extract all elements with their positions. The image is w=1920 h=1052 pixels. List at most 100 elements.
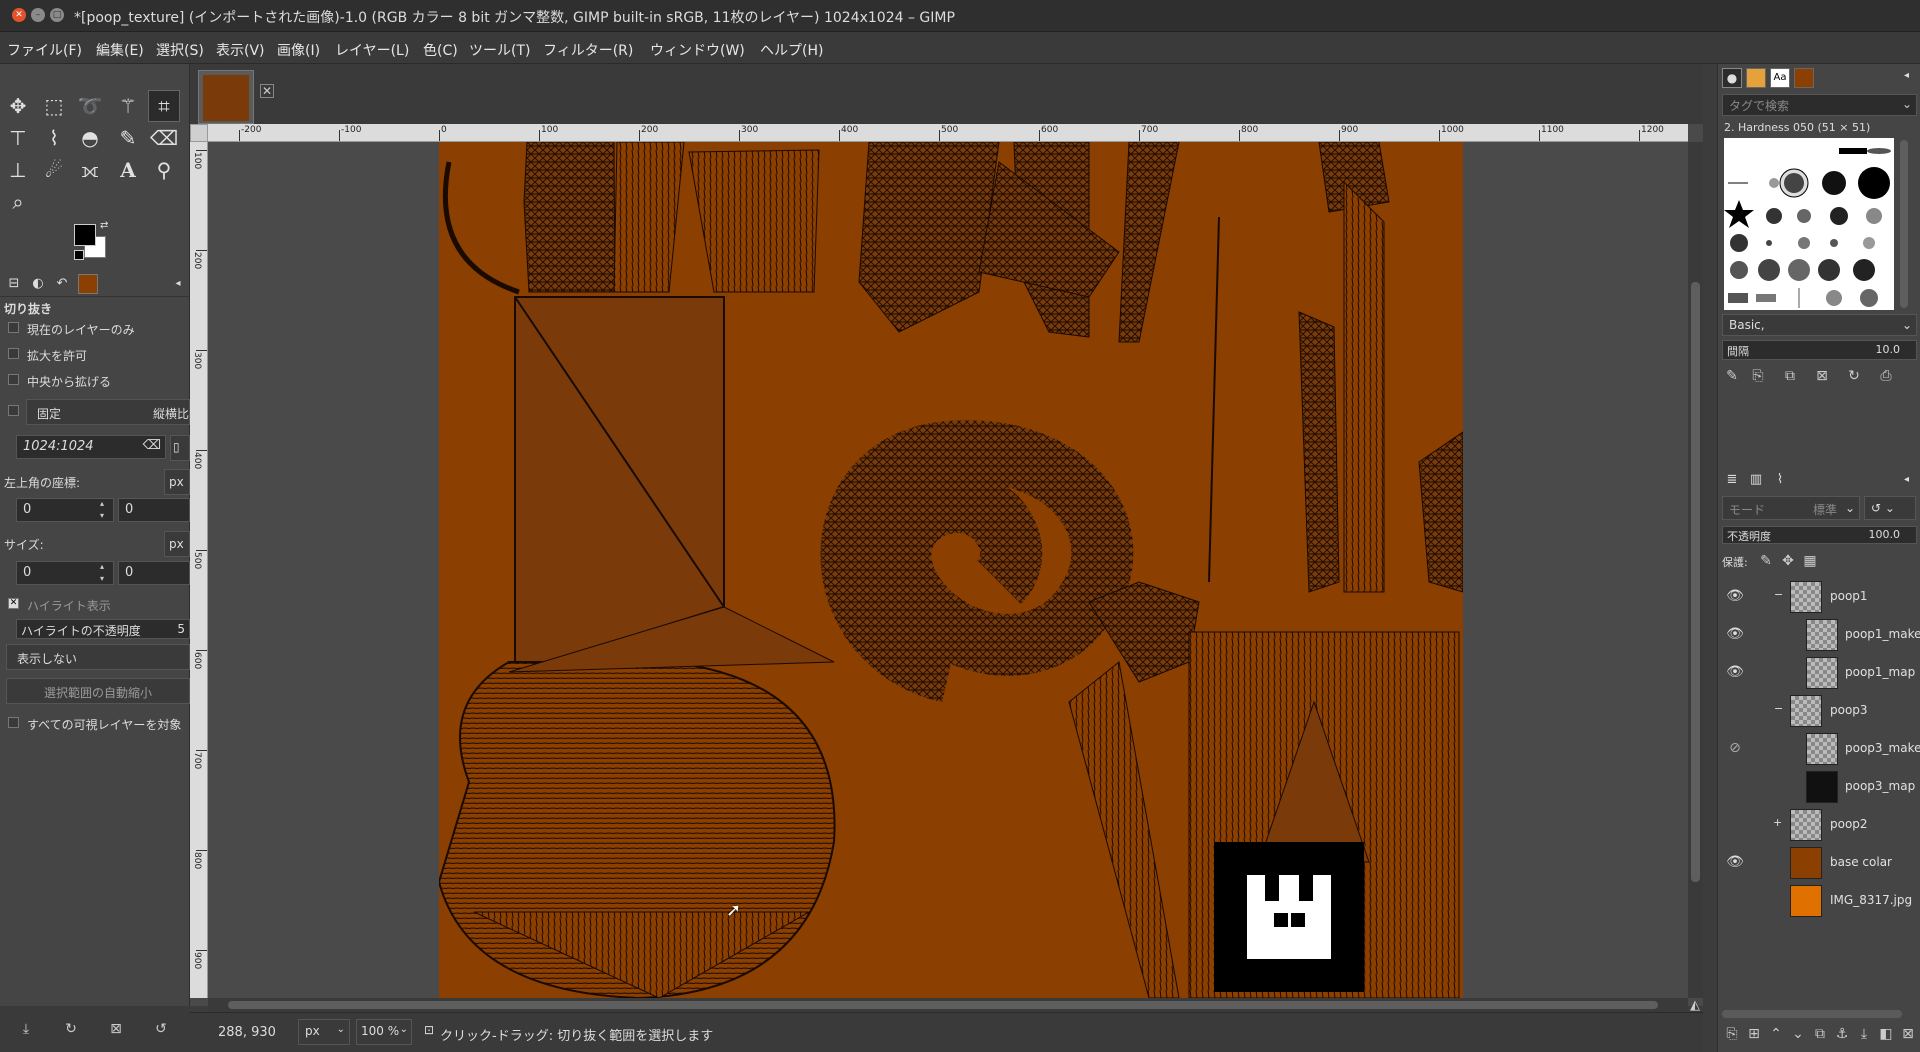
edit-brush-icon[interactable]: ✎: [1722, 366, 1742, 386]
lock-alpha-icon[interactable]: ▦: [1800, 551, 1820, 571]
open-brush-icon[interactable]: ⎙: [1876, 366, 1896, 386]
menu-tools[interactable]: ツール(T): [469, 40, 530, 60]
clear-ratio-icon[interactable]: ⌫: [143, 438, 161, 453]
refresh-brushes-icon[interactable]: ↻: [1844, 366, 1864, 386]
undo-history-tab-icon[interactable]: ↶: [52, 274, 72, 294]
current-layer-only-checkbox[interactable]: [8, 322, 19, 333]
layers-dock-menu-icon[interactable]: ◂: [1904, 474, 1909, 485]
fixed-mode-dropdown[interactable]: 固定 縦横比: [26, 399, 190, 425]
menu-filters[interactable]: フィルター(R): [543, 40, 633, 60]
layers-tab-icon[interactable]: ≣: [1722, 472, 1742, 492]
device-status-tab-icon[interactable]: ◐: [28, 274, 48, 294]
layer-name[interactable]: base colar: [1830, 855, 1892, 869]
gradient-tab-icon[interactable]: [1794, 68, 1814, 88]
eye-icon[interactable]: 👁: [1726, 588, 1744, 606]
maximize-window-button[interactable]: □: [50, 8, 64, 22]
menu-help[interactable]: ヘルプ(H): [760, 40, 823, 60]
raise-layer-icon[interactable]: ⌃: [1766, 1024, 1786, 1044]
vertical-ruler[interactable]: 100 200 300 400 500 600 700 800 900: [190, 142, 208, 998]
save-options-icon[interactable]: ⤓: [16, 1019, 36, 1039]
menu-view[interactable]: 表示(V): [216, 40, 265, 60]
horizontal-scrollbar[interactable]: [208, 998, 1688, 1012]
menu-edit[interactable]: 編集(E): [96, 40, 144, 60]
horizontal-ruler[interactable]: -200 -100 0 100 200 300 400 500 600 700 800 900 1000…: [208, 124, 1688, 142]
paths-tool-icon[interactable]: ⟗: [74, 154, 106, 186]
merge-layer-icon[interactable]: ⤓: [1854, 1024, 1874, 1044]
brush-grid-scrollbar[interactable]: [1900, 140, 1908, 308]
size-w-spin-icon[interactable]: ▴ ▾: [100, 561, 104, 585]
expand-group-icon[interactable]: +: [1773, 816, 1782, 829]
zoom-dropdown[interactable]: 100 % ⌄: [356, 1019, 412, 1045]
layer-row[interactable]: 👁 poop1_make: [1718, 616, 1920, 654]
brush-spacing-slider[interactable]: 間隔 10.0: [1722, 340, 1917, 360]
paths-tab-icon[interactable]: ⌇: [1770, 472, 1790, 492]
layer-row[interactable]: ⊘ poop3_make: [1718, 730, 1920, 768]
lock-position-icon[interactable]: ✥: [1778, 551, 1798, 571]
position-x-spin-icon[interactable]: ▴ ▾: [100, 498, 104, 522]
warp-tool-icon[interactable]: ⌇: [38, 122, 70, 154]
expand-center-checkbox[interactable]: [8, 374, 19, 385]
layers-scrollbar[interactable]: [1722, 1010, 1902, 1018]
layer-row[interactable]: IMG_8317.jpg: [1718, 882, 1920, 920]
position-unit-dropdown[interactable]: px: [164, 469, 190, 495]
image-tab-icon[interactable]: [78, 274, 98, 294]
highlight-checkbox[interactable]: ✕: [8, 598, 19, 609]
image-tab-thumbnail[interactable]: [198, 70, 254, 124]
default-colors-icon[interactable]: [74, 250, 84, 260]
color-picker-tool-icon[interactable]: ⚲: [148, 154, 180, 186]
duplicate-layer-icon[interactable]: ⧉: [1810, 1024, 1830, 1044]
menu-windows[interactable]: ウィンドウ(W): [650, 40, 745, 60]
brush-tag-filter[interactable]: タグで検索 ⌄: [1722, 94, 1917, 116]
collapse-group-icon[interactable]: −: [1774, 588, 1783, 601]
eye-icon[interactable]: 👁: [1726, 664, 1744, 682]
menu-layer[interactable]: レイヤー(L): [335, 40, 409, 60]
menu-select[interactable]: 選択(S): [156, 40, 204, 60]
highlight-opacity-slider[interactable]: ハイライトの不透明度 5: [16, 619, 190, 639]
smudge-tool-icon[interactable]: ☄: [38, 154, 70, 186]
menu-file[interactable]: ファイル(F): [7, 40, 82, 60]
brush-tab-icon[interactable]: ●: [1722, 68, 1742, 88]
layer-name[interactable]: poop3_make: [1845, 741, 1920, 755]
delete-brush-icon[interactable]: ⊠: [1812, 366, 1832, 386]
layer-row[interactable]: + poop2: [1718, 806, 1920, 844]
vertical-scrollbar[interactable]: [1688, 142, 1703, 998]
all-visible-checkbox[interactable]: [8, 717, 19, 728]
layer-row[interactable]: 👁 − poop1: [1718, 578, 1920, 616]
layer-mode-dropdown[interactable]: モード 標準 ⌄: [1722, 496, 1860, 520]
menu-color[interactable]: 色(C): [423, 40, 458, 60]
layer-name[interactable]: poop1_map: [1845, 665, 1915, 679]
dock-menu-icon[interactable]: ◂: [1904, 70, 1909, 81]
duplicate-brush-icon[interactable]: ⧉: [1780, 366, 1800, 386]
font-tab-icon[interactable]: Aa: [1770, 68, 1790, 88]
zoom-tool-icon[interactable]: ⌕: [2, 186, 34, 218]
tool-options-tab-icon[interactable]: ⊟: [4, 274, 24, 294]
portrait-landscape-button[interactable]: ▯: [170, 435, 190, 461]
transform-tool-icon[interactable]: ⊤: [2, 122, 34, 154]
horizontal-scroll-thumb[interactable]: [228, 1001, 1658, 1009]
bucket-fill-tool-icon[interactable]: ◓: [74, 122, 106, 154]
collapse-group-icon[interactable]: −: [1774, 702, 1783, 715]
anchor-layer-icon[interactable]: ⚓: [1832, 1024, 1852, 1044]
brush-preset-dropdown[interactable]: Basic, ⌄: [1722, 314, 1917, 336]
delete-layer-icon[interactable]: ⊠: [1898, 1024, 1918, 1044]
navigate-icon[interactable]: ◭: [1690, 998, 1700, 1013]
lasso-tool-icon[interactable]: ➰: [74, 90, 106, 122]
lock-pixels-icon[interactable]: ✎: [1756, 551, 1776, 571]
eraser-tool-icon[interactable]: ⌫: [148, 122, 180, 154]
eye-icon[interactable]: 👁: [1726, 854, 1744, 872]
vertical-scroll-thumb[interactable]: [1691, 282, 1700, 882]
layer-name[interactable]: poop2: [1830, 817, 1868, 831]
clone-tool-icon[interactable]: ⊥: [2, 154, 34, 186]
layer-row[interactable]: − poop3: [1718, 692, 1920, 730]
reset-options-icon[interactable]: ↺: [151, 1019, 171, 1039]
ruler-corner[interactable]: [190, 124, 208, 142]
panel-menu-icon[interactable]: ◂: [168, 274, 188, 294]
fixed-checkbox[interactable]: [8, 405, 19, 416]
layer-mask-icon[interactable]: ◧: [1876, 1024, 1896, 1044]
swap-colors-icon[interactable]: ⇄: [100, 220, 108, 231]
new-group-icon[interactable]: ⊞: [1744, 1024, 1764, 1044]
layer-row[interactable]: 👁 base colar: [1718, 844, 1920, 882]
lower-layer-icon[interactable]: ⌄: [1788, 1024, 1808, 1044]
new-brush-icon[interactable]: ⎘: [1748, 366, 1768, 386]
layer-opacity-slider[interactable]: 不透明度 100.0: [1722, 526, 1917, 544]
